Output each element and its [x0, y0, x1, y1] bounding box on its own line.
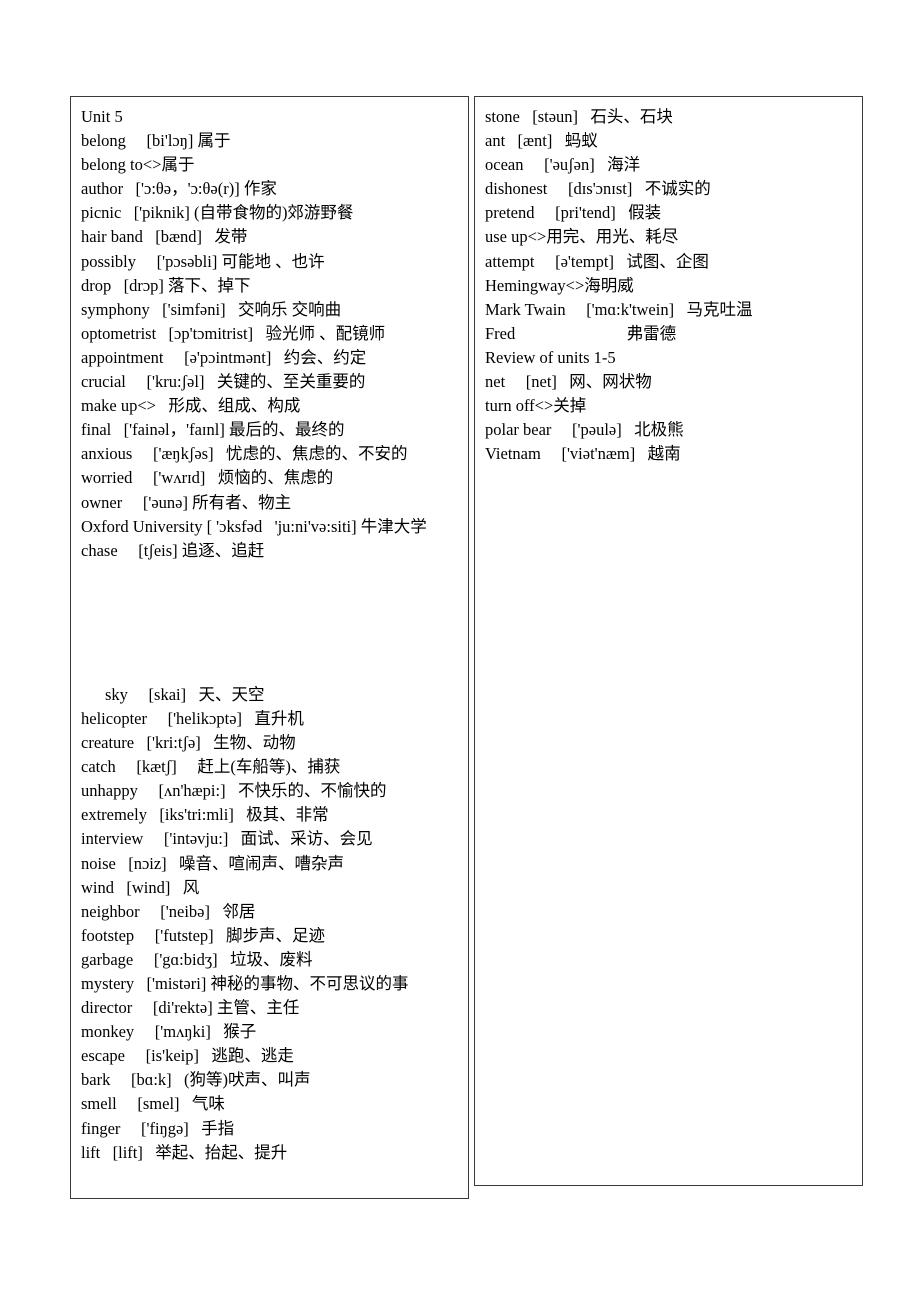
- vocabulary-entry: Vietnam ['viət'næm] 越南: [485, 444, 681, 464]
- vocabulary-entry: turn off<>关掉: [485, 396, 587, 416]
- vocabulary-entry: catch [kætʃ] 赶上(车船等)、捕获: [81, 757, 341, 777]
- vocabulary-entry: author ['ɔ:θə，'ɔ:θə(r)] 作家: [81, 179, 277, 199]
- vocabulary-entry: ocean ['əuʃən] 海洋: [485, 155, 641, 175]
- document-page: Unit 5 belong [bi'lɔŋ] 属于 belong to<>属于 aut…: [0, 0, 920, 1302]
- right-column-content: stone [stəun] 石头、石块 ant [ænt] 蚂蚁 ocean ['ə…: [475, 97, 862, 466]
- vocabulary-entry: helicopter ['helikɔptə] 直升机: [81, 708, 304, 728]
- left-column-box: Unit 5 belong [bi'lɔŋ] 属于 belong to<>属于 aut…: [70, 96, 469, 1199]
- vocabulary-entry: Hemingway<>海明威: [485, 275, 634, 295]
- vocabulary-entry: dishonest [dɪs'ɔnɪst] 不诚实的: [485, 179, 711, 199]
- vocabulary-entry: neighbor ['neibə] 邻居: [81, 901, 256, 921]
- vocabulary-entry: use up<>用完、用光、耗尽: [485, 227, 679, 247]
- vocabulary-entry: make up<> 形成、组成、构成: [81, 396, 301, 416]
- vocabulary-entry: Mark Twain ['mɑ:k'twein] 马克吐温: [485, 299, 753, 319]
- vocabulary-entry: monkey ['mʌŋki] 猴子: [81, 1022, 257, 1042]
- vocabulary-entry: optometrist [ɔp'tɔmitrist] 验光师 、配镜师: [81, 323, 386, 343]
- vocabulary-entry: pretend [pri'tend] 假装: [485, 203, 662, 223]
- vocabulary-entry: owner ['əunə] 所有者、物主: [81, 492, 292, 512]
- vocabulary-entry: Review of units 1-5: [485, 347, 616, 367]
- vocabulary-entry: ant [ænt] 蚂蚁: [485, 131, 598, 151]
- vocabulary-entry: interview ['intəvju:] 面试、采访、会见: [81, 829, 373, 849]
- vocabulary-entry: escape [is'keip] 逃跑、逃走: [81, 1046, 294, 1066]
- vocabulary-entry: wind [wind] 风: [81, 877, 200, 897]
- vocabulary-entry: stone [stəun] 石头、石块: [485, 107, 673, 126]
- vocabulary-entry: chase [tʃeis] 追逐、追赶: [81, 540, 265, 560]
- vocabulary-entry: anxious ['æŋkʃəs] 忧虑的、焦虑的、不安的: [81, 444, 408, 464]
- vocabulary-entry: lift [lift] 举起、抬起、提升: [81, 1142, 288, 1162]
- vocabulary-entry: director [di'rektə] 主管、主任: [81, 998, 300, 1018]
- vocabulary-entry: final ['fainəl，'faɪnl] 最后的、最终的: [81, 420, 345, 440]
- blank-gap: [81, 587, 462, 683]
- vocabulary-entry: creature ['kri:tʃə] 生物、动物: [81, 733, 296, 753]
- vocabulary-entry: noise [nɔiz] 噪音、喧闹声、嘈杂声: [81, 853, 345, 873]
- vocabulary-entry: sky [skai] 天、天空: [105, 684, 265, 704]
- vocabulary-entry: drop [drɔp] 落下、掉下: [81, 275, 251, 295]
- vocabulary-entry: worried ['wʌrɪd] 烦恼的、焦虑的: [81, 468, 334, 488]
- vocabulary-entry: footstep ['futstep] 脚步声、足迹: [81, 925, 326, 945]
- vocabulary-entry: symphony ['simfəni] 交响乐 交响曲: [81, 299, 342, 319]
- right-column-box: stone [stəun] 石头、石块 ant [ænt] 蚂蚁 ocean ['ə…: [474, 96, 863, 1186]
- vocabulary-entry: smell [smel] 气味: [81, 1094, 225, 1114]
- vocabulary-entry: mystery ['mistəri] 神秘的事物、不可思议的事: [81, 974, 409, 993]
- vocabulary-entry: polar bear ['pəulə] 北极熊: [485, 420, 684, 440]
- vocabulary-entry: belong [bi'lɔŋ] 属于: [81, 131, 231, 151]
- left-column-content: Unit 5 belong [bi'lɔŋ] 属于 belong to<>属于 aut…: [71, 97, 468, 1165]
- vocabulary-entry: garbage ['gɑ:bidʒ] 垃圾、废料: [81, 949, 313, 969]
- vocabulary-entry: appointment [ə'pɔintmənt] 约会、约定: [81, 347, 367, 367]
- vocabulary-entry: picnic ['piknik] (自带食物的)郊游野餐: [81, 203, 354, 223]
- vocabulary-entry: finger ['fiŋgə] 手指: [81, 1118, 235, 1138]
- vocabulary-entry: Unit 5: [81, 107, 123, 126]
- vocabulary-entry: belong to<>属于: [81, 155, 195, 175]
- vocabulary-entry: possibly ['pɔsəbli] 可能地 、也许: [81, 251, 325, 271]
- vocabulary-entry: unhappy [ʌn'hæpi:] 不快乐的、不愉快的: [81, 781, 387, 801]
- vocabulary-entry: hair band [bænd] 发带: [81, 227, 248, 247]
- vocabulary-entry: Fred 弗雷德: [485, 323, 677, 343]
- vocabulary-entry: attempt [ə'tempt] 试图、企图: [485, 251, 709, 271]
- vocabulary-entry: Oxford University [ 'ɔksfəd 'ju:ni'və:si…: [81, 516, 427, 536]
- vocabulary-entry: bark [bɑ:k] (狗等)吠声、叫声: [81, 1070, 311, 1090]
- vocabulary-entry: crucial ['kru:ʃəl] 关键的、至关重要的: [81, 372, 366, 392]
- vocabulary-entry: net [net] 网、网状物: [485, 372, 652, 392]
- vocabulary-entry: extremely [iks'tri:mli] 极其、非常: [81, 805, 329, 825]
